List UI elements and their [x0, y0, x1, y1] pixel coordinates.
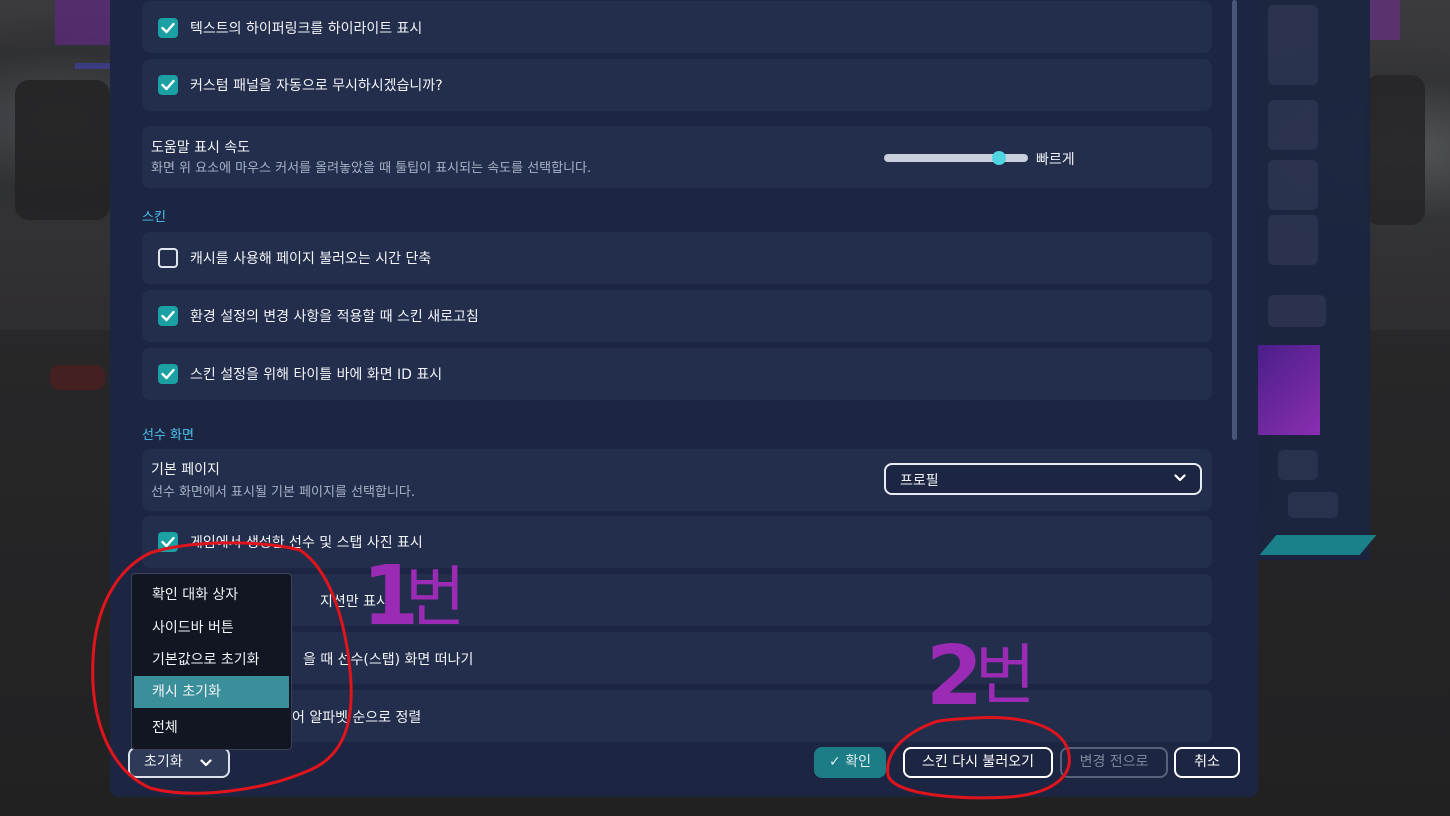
- reset-dropdown-button[interactable]: 초기화: [128, 747, 230, 778]
- background-shape: [1259, 535, 1377, 555]
- setting-show-generated-photos[interactable]: 게임에서 생성한 선수 및 스탭 사진 표시: [142, 516, 1212, 568]
- setting-highlight-links[interactable]: 텍스트의 하이퍼링크를 하이라이트 표시: [142, 1, 1212, 53]
- background-shape: [1288, 492, 1338, 518]
- menu-item-reset-defaults[interactable]: 기본값으로 초기화: [134, 644, 289, 676]
- scrollbar[interactable]: [1232, 0, 1237, 440]
- background-shape: [1268, 215, 1318, 265]
- slider-thumb[interactable]: [992, 151, 1007, 165]
- setting-description: 화면 위 요소에 마우스 커서를 올려놓았을 때 툴팁이 표시되는 속도를 선택…: [151, 161, 592, 176]
- setting-label: 환경 설정의 변경 사항을 적용할 때 스킨 새로고침: [190, 309, 479, 325]
- setting-cache[interactable]: 캐시를 사용해 페이지 불러오는 시간 단축: [142, 232, 1212, 284]
- checkbox-checked-icon[interactable]: [158, 306, 178, 326]
- background-picture: [1258, 345, 1320, 435]
- background-shape: [1268, 100, 1318, 150]
- default-page-select[interactable]: 프로필: [884, 463, 1202, 495]
- section-header-skin: 스킨: [142, 210, 166, 225]
- setting-ignore-custom-panel[interactable]: 커스텀 패널을 자동으로 무시하시겠습니까?: [142, 59, 1212, 111]
- checkbox-checked-icon[interactable]: [158, 364, 178, 384]
- reset-button-label: 초기화: [144, 754, 183, 770]
- background-shape: [55, 0, 110, 45]
- setting-show-screen-id[interactable]: 스킨 설정을 위해 타이틀 바에 화면 ID 표시: [142, 348, 1212, 400]
- background-shape: [1268, 160, 1318, 210]
- chevron-down-icon: [1174, 474, 1186, 482]
- setting-tooltip-speed: 도움말 표시 속도 화면 위 요소에 마우스 커서를 올려놓았을 때 툴팁이 표…: [142, 126, 1212, 188]
- menu-item-confirm-dialogs[interactable]: 확인 대화 상자: [134, 579, 289, 611]
- select-value: 프로필: [900, 473, 939, 489]
- checkbox-checked-icon[interactable]: [158, 18, 178, 38]
- setting-label: 커스텀 패널을 자동으로 무시하시겠습니까?: [190, 78, 443, 94]
- setting-label: 캐시를 사용해 페이지 불러오는 시간 단축: [190, 251, 432, 267]
- slider-value-label: 빠르게: [1036, 152, 1075, 168]
- reset-menu: 확인 대화 상자 사이드바 버튼 기본값으로 초기화 캐시 초기화 전체: [131, 573, 292, 750]
- background-shape: [1268, 295, 1326, 327]
- background-shape: [1370, 0, 1400, 40]
- confirm-button[interactable]: ✓ 확인: [814, 747, 886, 778]
- setting-label: 텍스트의 하이퍼링크를 하이라이트 표시: [190, 21, 423, 37]
- setting-description: 선수 화면에서 표시될 기본 페이지를 선택합니다.: [151, 485, 415, 500]
- background-shape: [15, 80, 110, 220]
- checkbox-checked-icon[interactable]: [158, 75, 178, 95]
- setting-label: 스킨 설정을 위해 타이틀 바에 화면 ID 표시: [190, 367, 443, 383]
- checkbox-unchecked-icon[interactable]: [158, 248, 178, 268]
- tooltip-speed-slider[interactable]: [884, 154, 1028, 162]
- background-shape: [50, 365, 105, 390]
- section-header-player-screen: 선수 화면: [142, 428, 194, 443]
- revert-button[interactable]: 변경 전으로: [1060, 747, 1168, 778]
- setting-partial-row[interactable]: 어 알파벳 순으로 정렬: [142, 690, 1212, 742]
- background-shape: [75, 63, 115, 69]
- background-panel: [1258, 0, 1377, 560]
- checkbox-checked-icon[interactable]: [158, 532, 178, 552]
- setting-partial-row[interactable]: 지션만 표시: [142, 574, 1212, 626]
- setting-partial-row[interactable]: 을 때 선수(스탭) 화면 떠나기: [142, 632, 1212, 684]
- menu-item-clear-cache[interactable]: 캐시 초기화: [134, 676, 289, 708]
- background-shape: [1268, 5, 1318, 85]
- setting-title: 도움말 표시 속도: [151, 140, 251, 156]
- background-shape: [1365, 75, 1425, 225]
- setting-refresh-on-change[interactable]: 환경 설정의 변경 사항을 적용할 때 스킨 새로고침: [142, 290, 1212, 342]
- menu-item-all[interactable]: 전체: [134, 712, 289, 744]
- setting-default-page: 기본 페이지 선수 화면에서 표시될 기본 페이지를 선택합니다. 프로필: [142, 449, 1212, 511]
- cancel-button[interactable]: 취소: [1174, 747, 1240, 778]
- background-shape: [1278, 450, 1318, 480]
- setting-label: 을 때 선수(스탭) 화면 떠나기: [303, 652, 474, 668]
- setting-title: 기본 페이지: [151, 462, 220, 478]
- annotation-label-1: 번: [405, 559, 466, 636]
- annotation-label-2: 번: [975, 637, 1036, 714]
- menu-item-sidebar-buttons[interactable]: 사이드바 버튼: [134, 612, 289, 644]
- setting-label: 어 알파벳 순으로 정렬: [292, 710, 422, 726]
- chevron-down-icon: [200, 759, 212, 767]
- reload-skin-button[interactable]: 스킨 다시 불러오기: [903, 747, 1053, 778]
